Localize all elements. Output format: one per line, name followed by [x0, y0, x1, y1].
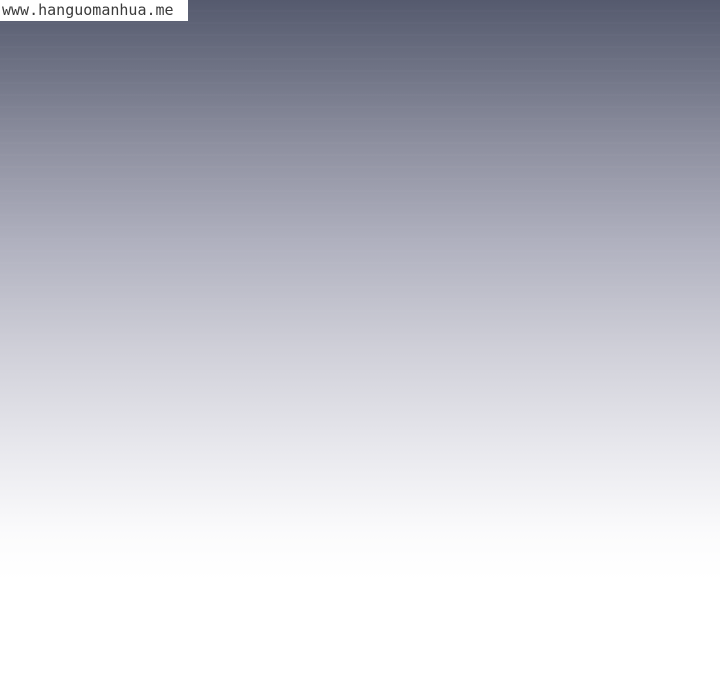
comic-panel: www.hanguomanhua.me: [0, 0, 720, 700]
watermark-label: www.hanguomanhua.me: [0, 0, 188, 21]
gradient-background: [0, 0, 720, 580]
